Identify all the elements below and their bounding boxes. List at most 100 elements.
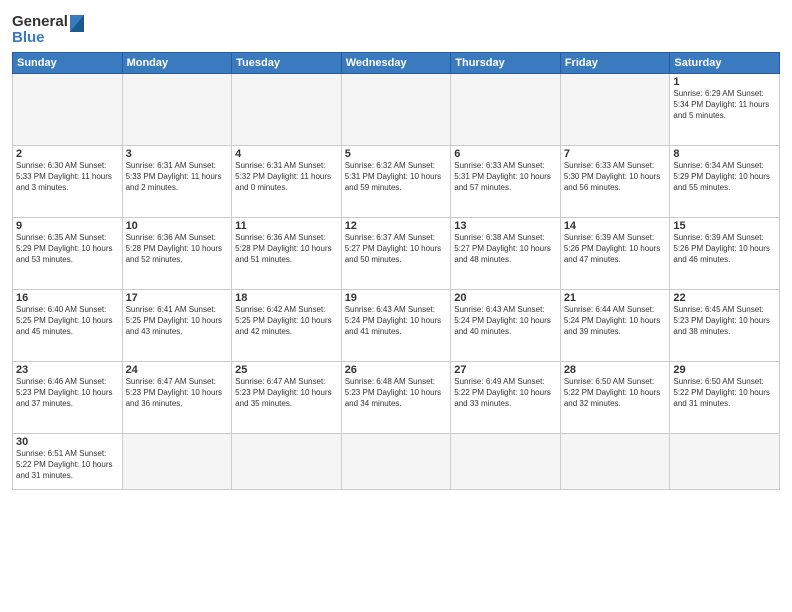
day-info: Sunrise: 6:30 AM Sunset: 5:33 PM Dayligh… bbox=[16, 161, 119, 193]
day-info: Sunrise: 6:50 AM Sunset: 5:22 PM Dayligh… bbox=[564, 377, 667, 409]
calendar-cell bbox=[560, 434, 670, 490]
day-number: 26 bbox=[345, 364, 448, 376]
day-number: 9 bbox=[16, 220, 119, 232]
day-info: Sunrise: 6:36 AM Sunset: 5:28 PM Dayligh… bbox=[126, 233, 229, 265]
calendar-cell: 3Sunrise: 6:31 AM Sunset: 5:33 PM Daylig… bbox=[122, 146, 232, 218]
day-info: Sunrise: 6:45 AM Sunset: 5:23 PM Dayligh… bbox=[673, 305, 776, 337]
calendar-cell: 6Sunrise: 6:33 AM Sunset: 5:31 PM Daylig… bbox=[451, 146, 561, 218]
calendar-cell: 13Sunrise: 6:38 AM Sunset: 5:27 PM Dayli… bbox=[451, 218, 561, 290]
day-number: 4 bbox=[235, 148, 338, 160]
day-number: 29 bbox=[673, 364, 776, 376]
calendar-cell: 14Sunrise: 6:39 AM Sunset: 5:26 PM Dayli… bbox=[560, 218, 670, 290]
day-number: 11 bbox=[235, 220, 338, 232]
calendar-header-row: SundayMondayTuesdayWednesdayThursdayFrid… bbox=[13, 53, 780, 74]
day-number: 19 bbox=[345, 292, 448, 304]
calendar-cell: 18Sunrise: 6:42 AM Sunset: 5:25 PM Dayli… bbox=[232, 290, 342, 362]
day-number: 10 bbox=[126, 220, 229, 232]
day-header-friday: Friday bbox=[560, 53, 670, 74]
calendar-cell: 9Sunrise: 6:35 AM Sunset: 5:29 PM Daylig… bbox=[13, 218, 123, 290]
calendar-cell: 7Sunrise: 6:33 AM Sunset: 5:30 PM Daylig… bbox=[560, 146, 670, 218]
calendar-cell: 25Sunrise: 6:47 AM Sunset: 5:23 PM Dayli… bbox=[232, 362, 342, 434]
day-number: 28 bbox=[564, 364, 667, 376]
calendar-cell: 1Sunrise: 6:29 AM Sunset: 5:34 PM Daylig… bbox=[670, 74, 780, 146]
day-header-saturday: Saturday bbox=[670, 53, 780, 74]
day-number: 25 bbox=[235, 364, 338, 376]
day-info: Sunrise: 6:33 AM Sunset: 5:31 PM Dayligh… bbox=[454, 161, 557, 193]
day-info: Sunrise: 6:31 AM Sunset: 5:32 PM Dayligh… bbox=[235, 161, 338, 193]
calendar-cell: 29Sunrise: 6:50 AM Sunset: 5:22 PM Dayli… bbox=[670, 362, 780, 434]
day-info: Sunrise: 6:51 AM Sunset: 5:22 PM Dayligh… bbox=[16, 449, 119, 481]
calendar-cell: 28Sunrise: 6:50 AM Sunset: 5:22 PM Dayli… bbox=[560, 362, 670, 434]
calendar-cell: 19Sunrise: 6:43 AM Sunset: 5:24 PM Dayli… bbox=[341, 290, 451, 362]
calendar-cell: 23Sunrise: 6:46 AM Sunset: 5:23 PM Dayli… bbox=[13, 362, 123, 434]
day-number: 27 bbox=[454, 364, 557, 376]
calendar-cell: 21Sunrise: 6:44 AM Sunset: 5:24 PM Dayli… bbox=[560, 290, 670, 362]
day-number: 21 bbox=[564, 292, 667, 304]
calendar-cell: 17Sunrise: 6:41 AM Sunset: 5:25 PM Dayli… bbox=[122, 290, 232, 362]
svg-text:Blue: Blue bbox=[12, 29, 45, 46]
calendar-cell bbox=[451, 434, 561, 490]
day-number: 1 bbox=[673, 76, 776, 88]
calendar-cell: 26Sunrise: 6:48 AM Sunset: 5:23 PM Dayli… bbox=[341, 362, 451, 434]
calendar-cell: 8Sunrise: 6:34 AM Sunset: 5:29 PM Daylig… bbox=[670, 146, 780, 218]
day-number: 22 bbox=[673, 292, 776, 304]
logo: GeneralBlue bbox=[12, 10, 92, 46]
day-info: Sunrise: 6:33 AM Sunset: 5:30 PM Dayligh… bbox=[564, 161, 667, 193]
calendar-week-3: 16Sunrise: 6:40 AM Sunset: 5:25 PM Dayli… bbox=[13, 290, 780, 362]
calendar: SundayMondayTuesdayWednesdayThursdayFrid… bbox=[12, 52, 780, 490]
day-header-thursday: Thursday bbox=[451, 53, 561, 74]
day-header-tuesday: Tuesday bbox=[232, 53, 342, 74]
calendar-cell: 16Sunrise: 6:40 AM Sunset: 5:25 PM Dayli… bbox=[13, 290, 123, 362]
day-info: Sunrise: 6:40 AM Sunset: 5:25 PM Dayligh… bbox=[16, 305, 119, 337]
calendar-cell bbox=[560, 74, 670, 146]
calendar-cell bbox=[122, 434, 232, 490]
day-info: Sunrise: 6:43 AM Sunset: 5:24 PM Dayligh… bbox=[345, 305, 448, 337]
calendar-cell bbox=[341, 434, 451, 490]
day-number: 15 bbox=[673, 220, 776, 232]
day-header-sunday: Sunday bbox=[13, 53, 123, 74]
day-number: 8 bbox=[673, 148, 776, 160]
calendar-cell: 4Sunrise: 6:31 AM Sunset: 5:32 PM Daylig… bbox=[232, 146, 342, 218]
day-info: Sunrise: 6:47 AM Sunset: 5:23 PM Dayligh… bbox=[126, 377, 229, 409]
calendar-cell: 2Sunrise: 6:30 AM Sunset: 5:33 PM Daylig… bbox=[13, 146, 123, 218]
calendar-cell: 20Sunrise: 6:43 AM Sunset: 5:24 PM Dayli… bbox=[451, 290, 561, 362]
day-number: 18 bbox=[235, 292, 338, 304]
calendar-cell: 24Sunrise: 6:47 AM Sunset: 5:23 PM Dayli… bbox=[122, 362, 232, 434]
day-info: Sunrise: 6:31 AM Sunset: 5:33 PM Dayligh… bbox=[126, 161, 229, 193]
calendar-cell: 5Sunrise: 6:32 AM Sunset: 5:31 PM Daylig… bbox=[341, 146, 451, 218]
calendar-cell: 12Sunrise: 6:37 AM Sunset: 5:27 PM Dayli… bbox=[341, 218, 451, 290]
day-info: Sunrise: 6:47 AM Sunset: 5:23 PM Dayligh… bbox=[235, 377, 338, 409]
day-info: Sunrise: 6:37 AM Sunset: 5:27 PM Dayligh… bbox=[345, 233, 448, 265]
day-number: 14 bbox=[564, 220, 667, 232]
svg-text:General: General bbox=[12, 13, 68, 30]
header: GeneralBlue bbox=[12, 10, 780, 46]
day-number: 3 bbox=[126, 148, 229, 160]
day-info: Sunrise: 6:41 AM Sunset: 5:25 PM Dayligh… bbox=[126, 305, 229, 337]
calendar-cell: 30Sunrise: 6:51 AM Sunset: 5:22 PM Dayli… bbox=[13, 434, 123, 490]
calendar-cell: 22Sunrise: 6:45 AM Sunset: 5:23 PM Dayli… bbox=[670, 290, 780, 362]
calendar-week-0: 1Sunrise: 6:29 AM Sunset: 5:34 PM Daylig… bbox=[13, 74, 780, 146]
calendar-cell bbox=[122, 74, 232, 146]
calendar-cell bbox=[232, 434, 342, 490]
day-info: Sunrise: 6:36 AM Sunset: 5:28 PM Dayligh… bbox=[235, 233, 338, 265]
day-number: 5 bbox=[345, 148, 448, 160]
day-info: Sunrise: 6:43 AM Sunset: 5:24 PM Dayligh… bbox=[454, 305, 557, 337]
day-info: Sunrise: 6:49 AM Sunset: 5:22 PM Dayligh… bbox=[454, 377, 557, 409]
calendar-week-4: 23Sunrise: 6:46 AM Sunset: 5:23 PM Dayli… bbox=[13, 362, 780, 434]
day-info: Sunrise: 6:46 AM Sunset: 5:23 PM Dayligh… bbox=[16, 377, 119, 409]
day-number: 13 bbox=[454, 220, 557, 232]
day-info: Sunrise: 6:29 AM Sunset: 5:34 PM Dayligh… bbox=[673, 89, 776, 121]
day-info: Sunrise: 6:38 AM Sunset: 5:27 PM Dayligh… bbox=[454, 233, 557, 265]
day-info: Sunrise: 6:32 AM Sunset: 5:31 PM Dayligh… bbox=[345, 161, 448, 193]
day-number: 16 bbox=[16, 292, 119, 304]
day-number: 2 bbox=[16, 148, 119, 160]
calendar-cell: 10Sunrise: 6:36 AM Sunset: 5:28 PM Dayli… bbox=[122, 218, 232, 290]
day-number: 6 bbox=[454, 148, 557, 160]
calendar-cell bbox=[13, 74, 123, 146]
day-number: 20 bbox=[454, 292, 557, 304]
calendar-cell bbox=[451, 74, 561, 146]
day-info: Sunrise: 6:50 AM Sunset: 5:22 PM Dayligh… bbox=[673, 377, 776, 409]
day-info: Sunrise: 6:39 AM Sunset: 5:26 PM Dayligh… bbox=[673, 233, 776, 265]
day-info: Sunrise: 6:39 AM Sunset: 5:26 PM Dayligh… bbox=[564, 233, 667, 265]
day-info: Sunrise: 6:42 AM Sunset: 5:25 PM Dayligh… bbox=[235, 305, 338, 337]
